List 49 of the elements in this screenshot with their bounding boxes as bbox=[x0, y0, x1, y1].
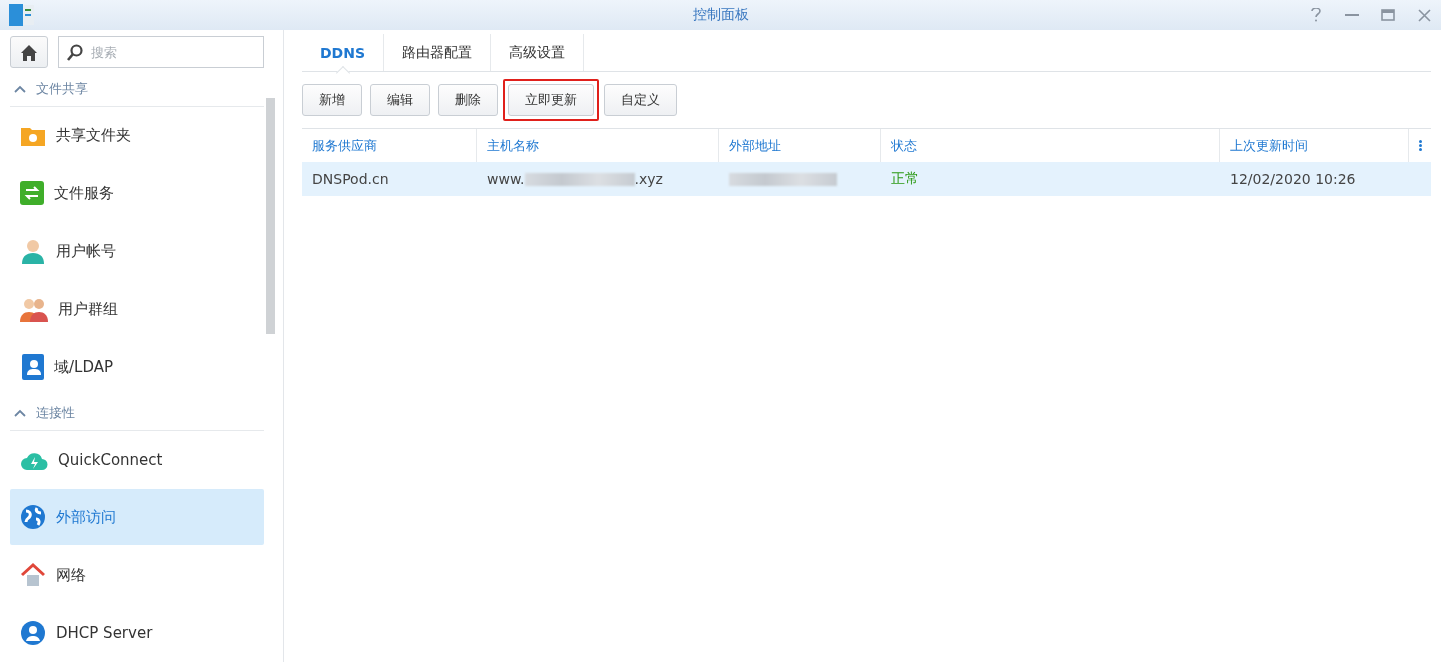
home-icon bbox=[20, 43, 38, 61]
table-cell: DNSPod.cn bbox=[312, 171, 389, 187]
table-cell: .xyz bbox=[634, 171, 663, 187]
section-header[interactable]: 连接性 bbox=[10, 395, 264, 431]
table-cell: 12/02/2020 10:26 bbox=[1230, 171, 1356, 187]
users-icon bbox=[20, 296, 48, 323]
toolbar-button[interactable]: 立即更新 bbox=[508, 84, 594, 116]
chevron-up-icon bbox=[14, 408, 26, 417]
status-text: 正常 bbox=[891, 170, 919, 188]
sidebar-item[interactable]: 域/LDAP bbox=[10, 339, 264, 395]
sidebar-item[interactable]: 外部访问 bbox=[10, 489, 264, 546]
house-icon bbox=[20, 562, 46, 589]
table-cell: www. bbox=[487, 171, 525, 187]
chevron-up-icon bbox=[14, 84, 26, 93]
sidebar-item[interactable]: DHCP Server bbox=[10, 605, 264, 661]
close-icon bbox=[1417, 8, 1431, 22]
user-icon bbox=[20, 620, 46, 647]
section-header[interactable]: 文件共享 bbox=[10, 72, 264, 107]
maximize-icon bbox=[1381, 9, 1395, 21]
app-logo-icon bbox=[8, 3, 36, 27]
search-icon bbox=[67, 44, 83, 61]
minimize-icon bbox=[1345, 14, 1359, 16]
toolbar-button[interactable]: 新增 bbox=[302, 84, 362, 116]
sidebar-item[interactable]: 用户帐号 bbox=[10, 223, 264, 280]
toolbar-button[interactable]: 删除 bbox=[438, 84, 498, 116]
sidebar-item[interactable]: QuickConnect bbox=[10, 431, 264, 488]
user-icon bbox=[20, 238, 46, 265]
sidebar-item[interactable]: 用户群组 bbox=[10, 281, 264, 338]
toolbar-button[interactable]: 编辑 bbox=[370, 84, 430, 116]
help-icon bbox=[1311, 8, 1321, 22]
table-row[interactable]: DNSPod.cn www. .xyz 正常 12/02/2020 10:26 bbox=[302, 162, 1431, 196]
sidebar-item[interactable]: 网络 bbox=[10, 547, 264, 604]
arrows-icon bbox=[20, 181, 44, 206]
home-button[interactable] bbox=[10, 36, 48, 68]
sidebar-item[interactable]: 共享文件夹 bbox=[10, 107, 264, 164]
tab[interactable]: 路由器配置 bbox=[384, 34, 492, 71]
more-button[interactable] bbox=[1419, 137, 1422, 154]
globe-icon bbox=[20, 504, 46, 531]
contact-book-icon bbox=[20, 354, 44, 380]
close-button[interactable] bbox=[1415, 6, 1433, 24]
tab[interactable]: DDNS bbox=[302, 34, 385, 71]
toolbar-button[interactable]: 自定义 bbox=[604, 84, 677, 116]
sidebar-item[interactable]: 文件服务 bbox=[10, 165, 264, 222]
scrollbar[interactable] bbox=[266, 98, 275, 334]
maximize-button[interactable] bbox=[1379, 6, 1397, 24]
search-field[interactable]: 搜索 bbox=[58, 36, 264, 68]
vertical-dots-icon bbox=[1419, 139, 1422, 151]
window-title: 控制面板 bbox=[691, 6, 750, 24]
tab[interactable]: 高级设置 bbox=[491, 34, 585, 71]
